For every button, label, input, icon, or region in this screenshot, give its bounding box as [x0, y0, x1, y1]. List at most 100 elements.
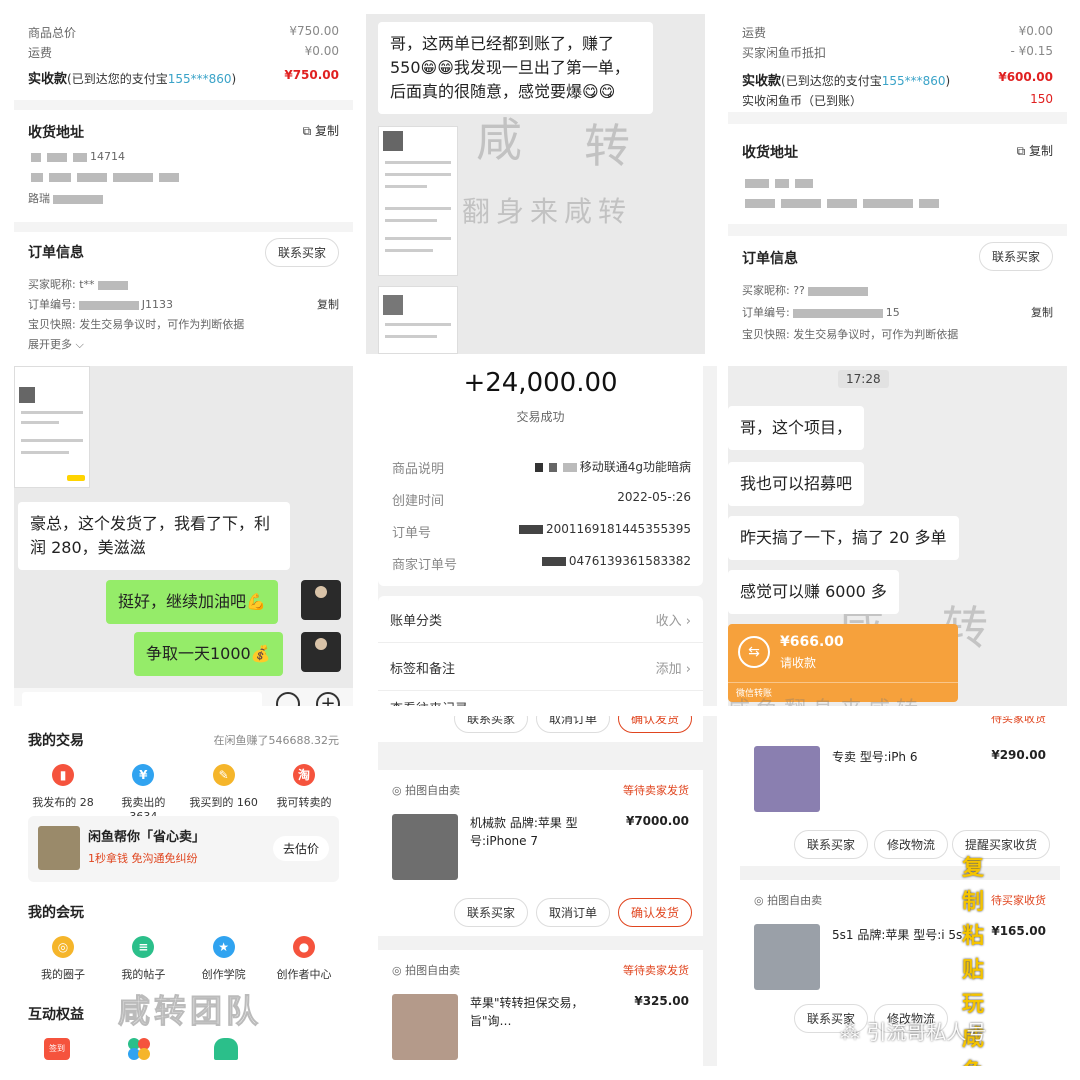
expand-more-label: 展开更多 [28, 338, 72, 351]
merchant-no-label: 商家订单号 [392, 558, 458, 573]
promo-banner[interactable]: 闲鱼帮你「省心卖」 1秒拿钱 免沟通免纠纷 去估价 [28, 816, 339, 882]
buyer-nick-value: ?? [793, 284, 805, 297]
category-row[interactable]: 账单分类 收入 › [390, 610, 691, 629]
paid-label: 实收款 [742, 74, 782, 89]
product-name[interactable]: 专卖 型号:iPh 6 [832, 748, 982, 766]
product-name[interactable]: 5s1 品牌:苹果 型号:i 5s [832, 926, 982, 944]
tags-label: 标签和备注 [390, 662, 456, 677]
chat-panel-2: 咸 转 翻身来咸转 哥，这两单已经都到账了，赚了550😁😁我发现一旦出了第一单，… [366, 14, 705, 354]
created-value: 2022-05-:26 [617, 490, 691, 504]
order-no-label: 订单编号: [742, 306, 790, 319]
product-thumbnail[interactable] [754, 746, 820, 812]
order-screenshot-thumbnail[interactable] [14, 366, 90, 488]
avatar-2[interactable] [301, 632, 341, 672]
resell-icon: 淘 [292, 764, 315, 786]
price-summary-card: 商品总价 ¥750.00 运费 ¥0.00 实收款(已到达您的支付宝155***86… [14, 14, 353, 100]
tags-row[interactable]: 标签和备注 添加 › [390, 658, 691, 677]
play-item-label: 我的帖子 [121, 968, 166, 981]
desc-value-group: 移动联通4g功能暗病 [532, 458, 691, 475]
product-thumbnail[interactable] [392, 994, 458, 1060]
my-trades-title: 我的交易 [28, 733, 84, 749]
chat-bubble: 哥，这两单已经都到账了，赚了550😁😁我发现一旦出了第一单，后面真的很随意，感觉… [378, 22, 653, 114]
order-detail-panel-3: 运费 ¥0.00 买家闲鱼币抵扣 - ¥0.15 实收款(已到达您的支付宝155**… [728, 14, 1067, 354]
camera-icon: ◎ [754, 894, 764, 907]
snapshot-row[interactable]: 宝贝快照: 发生交易争议时，可作为判断依据 [28, 316, 244, 332]
play-title: 我的会玩 [28, 905, 84, 921]
paid-note-end: ) [945, 74, 951, 88]
circle-icon: ◎ [52, 936, 74, 958]
coin-deduct-row: 买家闲鱼币抵扣 - ¥0.15 [742, 44, 1053, 61]
transfer-action: 请收款 [780, 656, 817, 670]
order-screenshot-thumbnail-2[interactable] [378, 286, 458, 354]
trade-item-bought[interactable]: ✎ 我买到的 160 [189, 764, 259, 823]
order-no-copy-button[interactable]: 复制 [1031, 304, 1053, 320]
order-status: 待买家收货 [991, 894, 1046, 907]
promo-title: 闲鱼帮你「省心卖」 [88, 830, 206, 845]
cancel-order-button[interactable]: 取消订单 [536, 716, 611, 733]
expand-more-link[interactable]: 展开更多 ⌵ [28, 336, 84, 352]
address-copy-button[interactable]: ⧉ 复制 [1017, 142, 1053, 159]
desc-label: 商品说明 [392, 462, 445, 477]
xianyu-profile-panel: 我的交易 在闲鱼赚了546688.32元 ▮ 我发布的 28 ¥我卖出的 3634… [14, 716, 353, 1066]
contact-buyer-button[interactable]: 联系买家 [978, 242, 1053, 271]
message-input[interactable] [22, 692, 262, 706]
order-info-card: 订单信息 联系买家 买家昵称: t** 订单编号: J1133 复制 宝贝快照: … [14, 232, 353, 354]
plus-icon[interactable]: + [316, 692, 340, 706]
modify-shipping-button[interactable]: 修改物流 [874, 830, 949, 859]
tags-value: 添加 [655, 662, 682, 677]
play-item-label: 我的圈子 [41, 968, 85, 981]
order-no-label: 订单编号: [28, 298, 76, 311]
shipping-row: 运费 ¥0.00 [742, 24, 1053, 41]
chat-bubble-sent-2: 争取一天1000💰 [134, 632, 283, 676]
chat-bubble-4: 感觉可以赚 6000 多 [728, 570, 899, 614]
trade-items: ▮ 我发布的 28 ¥我卖出的 3634 ✎ 我买到的 160 淘我可转卖的 [28, 764, 339, 823]
order-card-2: ◎ 拍图自由卖 等待卖家发货 苹果"转转担保交易，旨"询… ¥325.00 [378, 950, 703, 1066]
play-item-circle[interactable]: ◎ 我的圈子 [28, 936, 98, 982]
contact-buyer-button[interactable]: 联系买家 [454, 716, 529, 733]
estimate-button[interactable]: 去估价 [272, 836, 329, 861]
transfer-icon: ⇆ [738, 636, 770, 668]
confirm-ship-button[interactable]: 确认发货 [618, 898, 693, 927]
emoji-icon[interactable] [276, 692, 300, 706]
trade-item-sold[interactable]: ¥我卖出的 3634 [108, 764, 178, 823]
trade-item-published[interactable]: ▮ 我发布的 28 [28, 764, 98, 823]
buyer-nick-row: 买家昵称: ?? [742, 282, 871, 298]
chat-timestamp: 17:28 [838, 370, 889, 388]
clover-icon[interactable] [128, 1038, 152, 1060]
wechat-watermark-text: 引流哥私人号 [866, 1020, 987, 1044]
play-item-academy[interactable]: ★ 创作学院 [189, 936, 259, 982]
house-icon[interactable] [214, 1038, 238, 1060]
address-title: 收货地址 [742, 145, 798, 161]
play-item-post[interactable]: ≡ 我的帖子 [108, 936, 178, 982]
history-link[interactable]: 查看往来记录 [390, 698, 468, 706]
avatar[interactable] [301, 580, 341, 620]
address-card: 收货地址 ⧉ 复制 14714 路瑞 [14, 110, 353, 222]
address-copy-button[interactable]: ⧉ 复制 [303, 122, 339, 139]
contact-buyer-button[interactable]: 联系买家 [454, 898, 529, 927]
product-thumbnail[interactable] [392, 814, 458, 880]
snapshot-text: 发生交易争议时，可作为判断依据 [79, 318, 245, 331]
order-no-copy-button[interactable]: 复制 [317, 296, 339, 312]
coin-deduct-value: - ¥0.15 [1010, 44, 1054, 58]
signin-icon[interactable]: 签到 [44, 1038, 70, 1060]
chat-bubble-1: 哥，这个项目， [728, 406, 865, 450]
shipping-value: ¥0.00 [304, 44, 339, 58]
product-name[interactable]: 机械款 品牌:苹果 型号:iPhone 7 [470, 814, 620, 850]
product-thumbnail[interactable] [754, 924, 820, 990]
contact-buyer-button[interactable]: 联系买家 [264, 238, 339, 267]
confirm-ship-button[interactable]: 确认发货 [618, 716, 693, 733]
play-item-creator[interactable]: ● 创作者中心 [269, 936, 339, 982]
snapshot-row[interactable]: 宝贝快照: 发生交易争议时，可作为判断依据 [742, 326, 958, 342]
bill-amount: +24,000.00 [463, 368, 618, 398]
buyer-nick-label: 买家昵称: [742, 284, 790, 297]
trade-item-resell[interactable]: 淘我可转卖的 [269, 764, 339, 823]
camera-icon: ◎ [392, 964, 402, 977]
product-name[interactable]: 苹果"转转担保交易，旨"询… [470, 994, 620, 1030]
wechat-transfer-card[interactable]: ⇆ ¥666.00 请收款 微信转账 [728, 624, 958, 702]
play-item-label: 创作者中心 [276, 968, 332, 981]
cancel-order-button[interactable]: 取消订单 [536, 898, 611, 927]
buyer-nick-row: 买家昵称: t** [28, 276, 131, 292]
order-no-label: 订单号 [392, 526, 432, 541]
order-screenshot-thumbnail[interactable] [378, 126, 458, 276]
contact-buyer-button[interactable]: 联系买家 [794, 830, 869, 859]
